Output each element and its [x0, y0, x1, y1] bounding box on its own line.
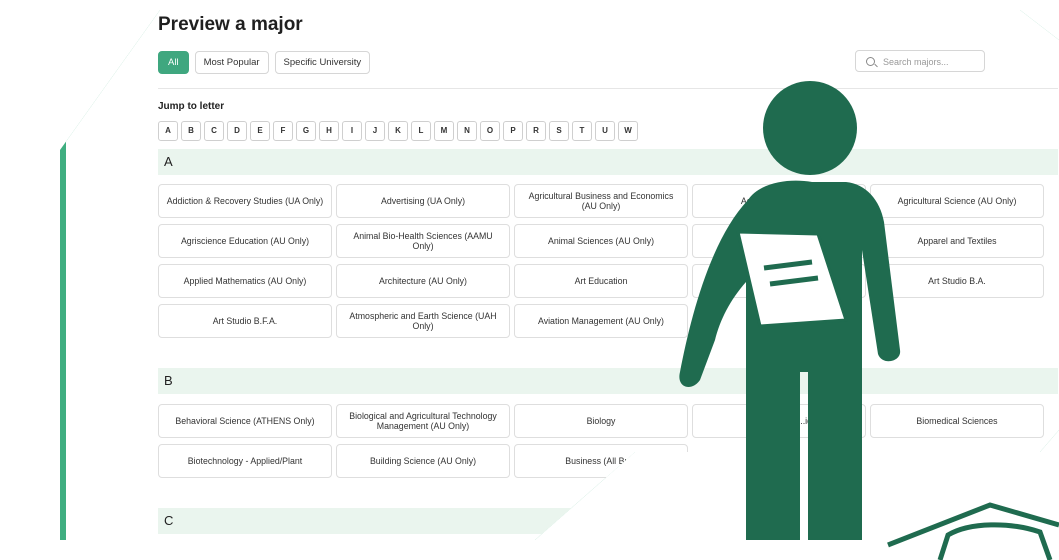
letter-button-i[interactable]: I [342, 121, 362, 141]
filter-tabs: All Most Popular Specific University [158, 51, 371, 74]
major-card[interactable]: Applied Mathematics (AU Only) [158, 264, 332, 298]
major-card[interactable]: Agricultural Business and Economics (AU … [514, 184, 688, 218]
divider [158, 88, 1058, 89]
major-card[interactable]: Aviation Management (AU Only) [514, 304, 688, 338]
letter-button-b[interactable]: B [181, 121, 201, 141]
major-card[interactable]: Biology Ed... ...id [692, 404, 866, 438]
major-card[interactable]: Animal Bio-Health Sciences (AAMU Only) [336, 224, 510, 258]
major-card[interactable]: Behavioral Science (ATHENS Only) [158, 404, 332, 438]
page-title: Preview a major [158, 14, 303, 35]
letter-button-e[interactable]: E [250, 121, 270, 141]
letter-button-a[interactable]: A [158, 121, 178, 141]
section-header-a: A [158, 149, 1058, 175]
letter-button-n[interactable]: N [457, 121, 477, 141]
letter-button-u[interactable]: U [595, 121, 615, 141]
letter-button-w[interactable]: W [618, 121, 638, 141]
jump-to-letter-label: Jump to letter [158, 101, 225, 112]
letter-button-p[interactable]: P [503, 121, 523, 141]
letter-button-d[interactable]: D [227, 121, 247, 141]
letter-button-r[interactable]: R [526, 121, 546, 141]
search-input[interactable]: Search majors... [855, 50, 985, 72]
filter-all-button[interactable]: All [158, 51, 189, 74]
major-card[interactable] [692, 224, 866, 258]
major-card[interactable]: ...story B.A. [692, 264, 866, 298]
letter-button-o[interactable]: O [480, 121, 500, 141]
letter-button-k[interactable]: K [388, 121, 408, 141]
major-card[interactable]: Art Education [514, 264, 688, 298]
major-card[interactable]: Apparel and Textiles [870, 224, 1044, 258]
letter-button-h[interactable]: H [319, 121, 339, 141]
major-card[interactable]: Art Studio B.F.A. [158, 304, 332, 338]
letter-button-j[interactable]: J [365, 121, 385, 141]
search-icon [866, 57, 875, 66]
letter-button-g[interactable]: G [296, 121, 316, 141]
letter-button-f[interactable]: F [273, 121, 293, 141]
major-card[interactable]: Biotechnology - Applied/Plant [158, 444, 332, 478]
major-card[interactable]: Biomedical Sciences [870, 404, 1044, 438]
letter-button-t[interactable]: T [572, 121, 592, 141]
major-card[interactable]: Building Science (AU Only) [336, 444, 510, 478]
major-card[interactable]: Agri... ...mu... ...nly) [692, 184, 866, 218]
major-card[interactable]: Agricultural Science (AU Only) [870, 184, 1044, 218]
major-card[interactable]: Advertising (UA Only) [336, 184, 510, 218]
filter-most-popular-button[interactable]: Most Popular [194, 51, 269, 74]
major-card[interactable]: Architecture (AU Only) [336, 264, 510, 298]
filter-specific-university-button[interactable]: Specific University [274, 51, 371, 74]
letter-button-m[interactable]: M [434, 121, 454, 141]
search-placeholder: Search majors... [883, 57, 949, 67]
letter-button-s[interactable]: S [549, 121, 569, 141]
letter-nav: ABCDEFGHIJKLMNOPRSTUW [158, 121, 638, 141]
major-card[interactable]: Art Studio B.A. [870, 264, 1044, 298]
major-card[interactable]: Biology [514, 404, 688, 438]
major-card[interactable]: Animal Sciences (AU Only) [514, 224, 688, 258]
letter-button-c[interactable]: C [204, 121, 224, 141]
major-card[interactable]: Agriscience Education (AU Only) [158, 224, 332, 258]
letter-button-l[interactable]: L [411, 121, 431, 141]
major-card[interactable]: Atmospheric and Earth Science (UAH Only) [336, 304, 510, 338]
section-header-b: B [158, 368, 1058, 394]
major-card[interactable]: Addiction & Recovery Studies (UA Only) [158, 184, 332, 218]
major-card[interactable]: Biological and Agricultural Technology M… [336, 404, 510, 438]
